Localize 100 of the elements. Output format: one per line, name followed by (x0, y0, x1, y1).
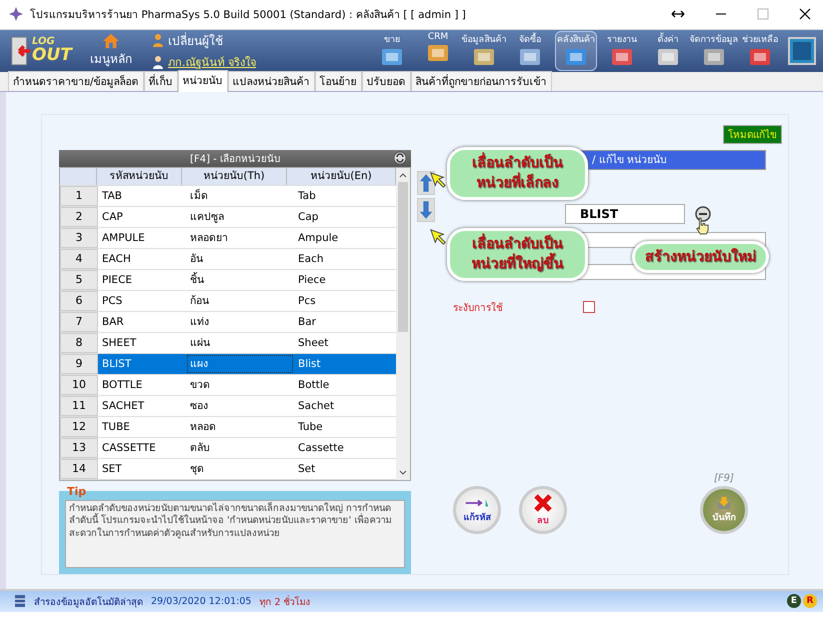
toolbar-button[interactable]: ช่วยเหลือ (739, 30, 781, 71)
disable-checkbox[interactable] (583, 301, 595, 314)
table-cell-text: Tab (297, 188, 317, 204)
delete-button[interactable]: ลบ (519, 486, 567, 534)
row-number: 4 (60, 248, 98, 269)
table-cell-text: แผ่น (189, 336, 211, 351)
scrollbar[interactable] (396, 168, 410, 480)
pointer-arrow-icon (429, 170, 447, 189)
backup-interval: ทุก 2 ชั่วโมง (259, 594, 311, 609)
table-row[interactable]: 3 AMPULE หลอดยา Ampule (60, 228, 396, 249)
tab[interactable]: หน่วยนับ (178, 70, 228, 92)
save-hotkey: [F9] (714, 472, 734, 484)
table-cell-text: BLIST (101, 356, 132, 372)
row-number: 3 (60, 228, 98, 248)
window-title: โปรแกรมบริหารร้านยา PharmaSys 5.0 Build 50001 (Standard) : คลังสินค้า [ [ admin ] ] (30, 8, 467, 23)
table-cell-text: ขวด (189, 378, 211, 393)
table-cell-text: Pcs (297, 294, 317, 309)
table-cell-text: SACHET (101, 398, 146, 414)
table-cell-text: Bar (297, 314, 317, 330)
column-header[interactable]: หน่วยนับ(Th) (182, 168, 287, 185)
table-cell-text: EACH (101, 252, 132, 267)
toolbar-button[interactable]: รายงาน (601, 30, 643, 71)
backup-time: 29/03/2020 12:01:05 (151, 596, 252, 607)
table-title: [F4] - เลือกหน่วยนับ (190, 152, 280, 166)
scroll-up-icon[interactable] (399, 172, 407, 178)
table-cell-text: Cassette (297, 440, 345, 456)
table-cell-text: Blist (297, 356, 322, 372)
status-badge: E (787, 594, 801, 608)
hint-tooltip: เลื่อนลำดับเป็นหน่วยที่เล็กลง (447, 146, 588, 200)
logout-button[interactable]: LOG OUT (10, 34, 78, 67)
user-name-link[interactable]: ภก.ณัฐนันท์ จริงใจ (168, 52, 256, 71)
row-number: 1 (60, 186, 98, 206)
table-row[interactable]: 9 BLIST แผง Blist (60, 354, 396, 375)
home-icon (102, 33, 120, 50)
table-row[interactable]: 6 PCS ก้อน Pcs (60, 290, 396, 312)
row-number: 7 (60, 312, 98, 332)
table-row[interactable]: 12 TUBE หลอด Tube (60, 416, 396, 438)
up-arrow-icon (419, 172, 433, 193)
move-down-button[interactable] (417, 198, 435, 222)
table-cell-text: ซอง (189, 398, 209, 414)
table-row[interactable]: 1 TAB เม็ด Tab (60, 186, 396, 207)
row-number: 9 (60, 354, 98, 374)
row-number: 2 (60, 206, 98, 227)
table-cell-text: Set (297, 462, 316, 477)
switch-user-button[interactable]: เปลี่ยนผู้ใช้ (152, 30, 322, 50)
table-cell: แผง (186, 354, 294, 374)
window-layout-icon[interactable] (787, 36, 817, 66)
table-row[interactable]: 13 CASSETTE ตลับ Cassette (60, 438, 396, 459)
table-row[interactable]: 7 BAR แท่ง Bar (60, 312, 396, 333)
table-row[interactable]: 11 SACHET ซอง Sachet (60, 396, 396, 417)
main-menu-button[interactable]: เมนูหลัก (78, 33, 144, 68)
table-cell-text: AMPULE (101, 230, 146, 246)
toolbar-button[interactable]: จัดซื้อ (509, 30, 551, 71)
toolbar-button[interactable]: ตั้งค่า (647, 30, 689, 71)
tab[interactable]: ปรับยอด (362, 70, 411, 91)
refresh-icon[interactable] (393, 150, 407, 165)
row-number: 8 (60, 332, 98, 353)
user-icon (152, 33, 164, 48)
toolbar-button[interactable]: CRM (417, 30, 459, 71)
tab[interactable]: สินค้าที่ถูกขายก่อนการรับเข้า (410, 70, 552, 91)
row-number: 10 (60, 374, 98, 395)
table-cell-text: Ampule (297, 230, 340, 246)
tab[interactable]: โอนย้าย (314, 70, 362, 91)
tab[interactable]: กำหนดราคาขาย/ข้อมูลล็อต (8, 70, 144, 91)
code-field[interactable]: BLIST (565, 204, 685, 224)
table-cell-text: Each (297, 252, 324, 267)
user-icon (152, 54, 164, 69)
table-cell-text: SET (101, 462, 123, 477)
tab[interactable]: แปลงหน่วยสินค้า (228, 70, 315, 91)
resize-icon[interactable] (671, 9, 685, 20)
table-row[interactable]: 4 EACH อัน Each (60, 248, 396, 270)
door-exit-icon (10, 34, 32, 67)
table-row[interactable]: 5 PIECE ชิ้น Piece (60, 270, 396, 291)
scroll-down-icon[interactable] (399, 470, 407, 476)
table-row[interactable]: 2 CAP แคปซูล Cap (60, 206, 396, 228)
table-cell-text: Tube (297, 420, 324, 435)
row-number: 11 (60, 396, 98, 416)
toolbar-button[interactable]: คลังสินค้า (555, 30, 597, 71)
tab[interactable]: ที่เก็บ (144, 70, 178, 91)
table-row[interactable]: 14 SET ชุด Set (60, 458, 396, 480)
toolbar-button[interactable]: ข้อมูลสินค้า (463, 30, 505, 71)
close-icon[interactable] (799, 8, 811, 20)
table-cell-text: TUBE (101, 420, 131, 435)
table-cell-text: PIECE (101, 272, 134, 288)
toolbar-button[interactable]: ขาย (371, 30, 413, 71)
backup-label: สำรองข้อมูลอัตโนมัติล่าสุด (34, 595, 143, 609)
table-cell-text: เม็ด (189, 188, 209, 204)
table-cell-text: SHEET (101, 336, 138, 351)
hand-cursor-icon (695, 216, 709, 235)
row-number: 12 (60, 416, 98, 437)
row-number: 6 (60, 290, 98, 311)
table-cell-text: Sheet (297, 336, 330, 351)
table-cell-text: BAR (101, 314, 125, 330)
move-up-button[interactable] (417, 170, 435, 195)
column-header[interactable]: รหัสหน่วยนับ (97, 168, 182, 185)
rename-code-button[interactable]: แก้รหัส (453, 486, 501, 534)
row-number: 13 (60, 438, 98, 458)
table-row[interactable]: 10 BOTTLE ขวด Bottle (60, 374, 396, 396)
status-badge: R (803, 594, 817, 608)
table-cell-text: TAB (101, 188, 123, 204)
